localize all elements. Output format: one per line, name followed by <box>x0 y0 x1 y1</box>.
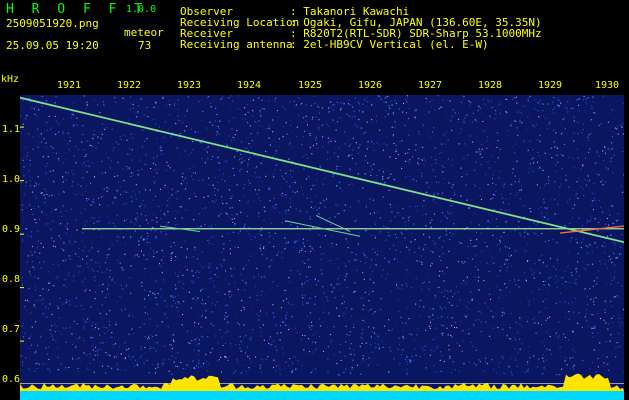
y-tick-label: 1.1 <box>2 124 21 135</box>
y-tick-label: 0.8 <box>2 274 21 285</box>
x-tick-label: 1921 <box>56 80 82 91</box>
datetime: 25.09.05 19:20 <box>6 39 99 52</box>
baseline-band <box>20 391 624 400</box>
filename: 2509051920.png <box>6 17 99 30</box>
plot-background <box>20 95 624 400</box>
x-tick-label: 1928 <box>477 80 503 91</box>
x-tick-label: 1930 <box>594 80 620 91</box>
x-tick-label: 1926 <box>357 80 383 91</box>
y-tick-label: 0.9 <box>2 224 21 235</box>
x-tick-label: 1925 <box>297 80 323 91</box>
y-axis-unit: kHz <box>1 74 20 85</box>
antenna-label: Receiving antenna <box>180 38 293 51</box>
x-tick-label: 1922 <box>116 80 142 91</box>
spectrogram <box>20 95 624 400</box>
antenna-value: : 2el-HB9CV Vertical (el. E-W) <box>290 38 489 51</box>
meteor-label: meteor <box>124 26 164 39</box>
y-tick-label: 0.6 <box>2 374 21 385</box>
noise-layer <box>20 95 624 400</box>
x-tick-label: 1927 <box>417 80 443 91</box>
meteor-count: 73 <box>138 39 152 52</box>
x-tick-label: 1923 <box>176 80 202 91</box>
x-tick-label: 1924 <box>236 80 262 91</box>
x-tick-label: 1929 <box>537 80 563 91</box>
version-label: 1.0.0 <box>126 4 157 15</box>
y-tick-label: 1.0 <box>2 174 21 185</box>
y-tick-label: 0.7 <box>2 324 21 335</box>
